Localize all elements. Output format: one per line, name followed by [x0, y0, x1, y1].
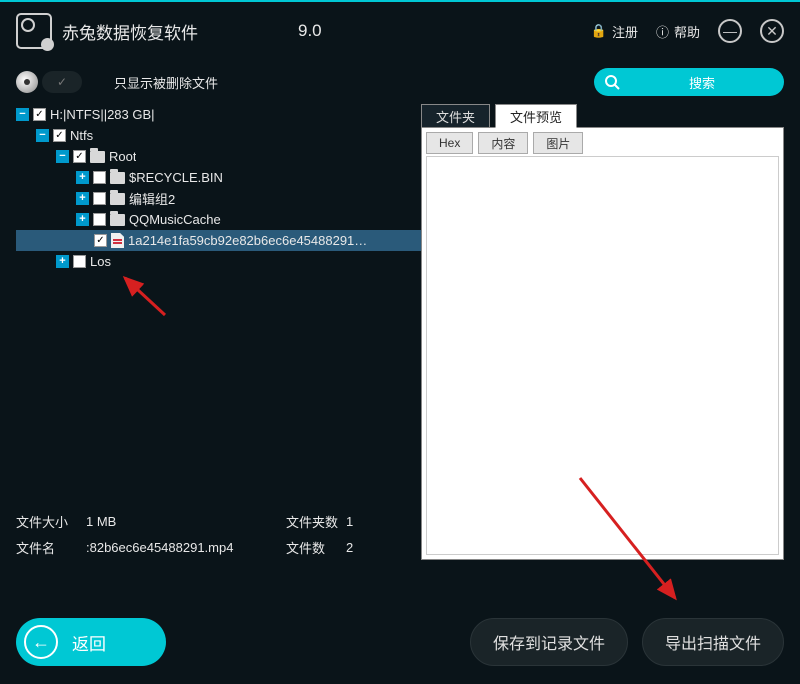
checkbox[interactable] — [93, 171, 106, 184]
subtab-image[interactable]: 图片 — [533, 132, 583, 154]
collapse-icon[interactable]: − — [36, 129, 49, 142]
search-button[interactable]: 搜索 — [594, 68, 784, 96]
register-label: 注册 — [612, 22, 638, 41]
subtab-hex-label: Hex — [439, 136, 460, 150]
back-button[interactable]: ← 返回 — [16, 618, 166, 666]
preview-box: Hex 内容 图片 — [421, 127, 784, 560]
file-count-value: 2 — [346, 540, 353, 555]
help-link[interactable]: ⓘ 帮助 — [656, 22, 700, 41]
save-log-label: 保存到记录文件 — [493, 630, 605, 654]
app-version: 9.0 — [298, 21, 322, 41]
toggle-check-icon: ✓ — [42, 71, 82, 93]
collapse-icon[interactable]: − — [56, 150, 69, 163]
folder-tree[interactable]: − ✓ H:|NTFS||283 GB| − ✓ Ntfs − ✓ Root +… — [16, 104, 421, 272]
tree-label: $RECYCLE.BIN — [129, 170, 223, 185]
tree-label: 1a214e1fa59cb92e82b6ec6e45488291.m... — [128, 233, 368, 248]
tree-label: Root — [109, 149, 136, 164]
checkbox[interactable] — [93, 192, 106, 205]
file-count-label: 文件数 — [286, 538, 346, 557]
tree-row-editgroup[interactable]: + 编辑组2 — [16, 188, 421, 209]
folder-icon — [110, 172, 125, 184]
tree-row-recycle[interactable]: + $RECYCLE.BIN — [16, 167, 421, 188]
file-name-value: :82b6ec6e45488291.mp4 — [86, 540, 286, 555]
tree-row-root[interactable]: − ✓ Root — [16, 146, 421, 167]
tree-row-drive[interactable]: − ✓ H:|NTFS||283 GB| — [16, 104, 421, 125]
close-button[interactable]: ✕ — [760, 19, 784, 43]
tree-row-lost[interactable]: + Los — [16, 251, 421, 272]
tree-label: H:|NTFS||283 GB| — [50, 107, 155, 122]
disc-icon — [16, 71, 38, 93]
checkbox[interactable] — [93, 213, 106, 226]
checkbox[interactable]: ✓ — [94, 234, 107, 247]
tab-preview-label: 文件预览 — [510, 107, 562, 126]
file-size-label: 文件大小 — [16, 512, 86, 531]
checkbox[interactable]: ✓ — [33, 108, 46, 121]
folder-icon — [90, 151, 105, 163]
expand-icon[interactable]: + — [56, 255, 69, 268]
tree-row-qqmusic[interactable]: + QQMusicCache — [16, 209, 421, 230]
file-icon — [111, 233, 124, 248]
tab-folder-label: 文件夹 — [436, 107, 475, 126]
minimize-button[interactable]: — — [718, 19, 742, 43]
folder-count-label: 文件夹数 — [286, 512, 346, 531]
subtab-content-label: 内容 — [491, 135, 515, 152]
tree-label: Ntfs — [70, 128, 93, 143]
arrow-left-icon: ← — [24, 625, 58, 659]
subtab-image-label: 图片 — [546, 135, 570, 152]
tree-row-file-selected[interactable]: ✓ 1a214e1fa59cb92e82b6ec6e45488291.m... — [16, 230, 421, 251]
back-label: 返回 — [72, 630, 106, 655]
subtab-content[interactable]: 内容 — [478, 132, 528, 154]
file-name-label: 文件名 — [16, 538, 86, 557]
checkbox[interactable]: ✓ — [73, 150, 86, 163]
export-scan-button[interactable]: 导出扫描文件 — [642, 618, 784, 666]
lock-icon: 🔒 — [591, 23, 607, 39]
expand-icon[interactable]: + — [76, 171, 89, 184]
checkbox[interactable] — [73, 255, 86, 268]
save-log-button[interactable]: 保存到记录文件 — [470, 618, 628, 666]
expand-icon[interactable]: + — [76, 192, 89, 205]
help-icon: ⓘ — [656, 22, 669, 41]
filter-label: 只显示被删除文件 — [114, 73, 218, 92]
folder-count-value: 1 — [346, 514, 353, 529]
search-label: 搜索 — [689, 73, 715, 92]
tab-file-preview[interactable]: 文件预览 — [495, 104, 577, 128]
tree-row-ntfs[interactable]: − ✓ Ntfs — [16, 125, 421, 146]
export-label: 导出扫描文件 — [665, 630, 761, 654]
tree-label: Los — [90, 254, 111, 269]
subtab-hex[interactable]: Hex — [426, 132, 473, 154]
checkbox[interactable]: ✓ — [53, 129, 66, 142]
tab-folder[interactable]: 文件夹 — [421, 104, 490, 128]
search-icon — [604, 74, 620, 90]
help-label: 帮助 — [674, 22, 700, 41]
tree-label: 编辑组2 — [129, 189, 175, 208]
collapse-icon[interactable]: − — [16, 108, 29, 121]
disc-toggle[interactable]: ✓ — [16, 71, 82, 93]
expand-icon[interactable]: + — [76, 213, 89, 226]
file-size-value: 1 MB — [86, 514, 286, 529]
folder-icon — [110, 214, 125, 226]
register-link[interactable]: 🔒 注册 — [591, 22, 638, 41]
preview-content — [426, 156, 779, 555]
tree-label: QQMusicCache — [129, 212, 221, 227]
app-title: 赤兔数据恢复软件 — [62, 19, 198, 44]
app-logo-icon — [16, 13, 52, 49]
folder-icon — [110, 193, 125, 205]
